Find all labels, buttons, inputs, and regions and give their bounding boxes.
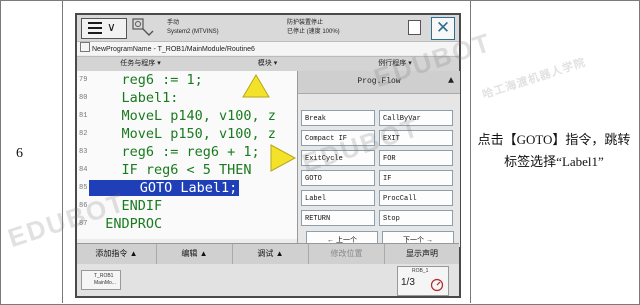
line-number: 82 <box>79 130 88 138</box>
mode-status: 手动 System2 (MTVINS) <box>167 19 219 37</box>
instr-label[interactable]: Label <box>301 190 375 206</box>
robot-icon <box>132 18 154 36</box>
document-icon[interactable] <box>408 20 421 35</box>
line-number: 83 <box>79 148 88 156</box>
collapse-arrow-icon[interactable]: ▲ <box>448 71 454 93</box>
line-number: 79 <box>79 76 88 84</box>
code-text: reg6 := 1; <box>89 72 203 88</box>
button-label: 添加指令 <box>95 249 128 258</box>
tab-label: 模块 <box>257 60 272 67</box>
system-text: System2 (MTVINS) <box>167 29 219 35</box>
scroll-right-arrow-icon[interactable] <box>269 143 297 173</box>
show-declarations-button[interactable]: 显示声明 <box>385 244 459 264</box>
line-number: 81 <box>79 112 88 120</box>
instr-stop[interactable]: Stop <box>379 210 453 226</box>
code-text: MoveL p150, v100, z <box>89 126 276 142</box>
instr-return[interactable]: RETURN <box>301 210 375 226</box>
status-bar: ∨ 手动 System2 (MTVINS) 防护装置停止 已停止 (速度 100… <box>77 15 459 42</box>
code-text: reg6 := reg6 + 1; <box>89 144 260 160</box>
task-chip[interactable]: T_ROB1 MainMo... <box>81 270 121 290</box>
debug-button[interactable]: 调试 ▲ <box>233 244 309 264</box>
guard-state-text: 防护装置停止 <box>287 20 324 26</box>
run-state-text: 已停止 (速度 100%) <box>287 29 340 35</box>
program-icon <box>80 42 90 52</box>
instr-proccall[interactable]: ProcCall <box>379 190 453 206</box>
program-path: NewProgramName - T_ROB1/MainModule/Routi… <box>92 46 255 53</box>
modify-position-button[interactable]: 修改位置 <box>309 244 385 264</box>
task-bar: T_ROB1 MainMo... ROB_1 1/3 <box>77 264 459 296</box>
step-description: 点击【GOTO】指令，跳转标签选择“Label1” <box>477 132 631 169</box>
quickset-button[interactable]: ROB_1 1/3 <box>397 266 449 296</box>
step-number: 6 <box>16 146 23 161</box>
instr-if[interactable]: IF <box>379 170 453 186</box>
mode-text: 手动 <box>167 20 180 26</box>
line-number: 80 <box>79 94 88 102</box>
instr-for[interactable]: FOR <box>379 150 453 166</box>
run-status: 防护装置停止 已停止 (速度 100%) <box>287 19 340 37</box>
table-divider <box>62 0 63 303</box>
tab-module[interactable]: 模块 ▾ <box>204 57 331 71</box>
button-label: 编辑 <box>181 249 198 258</box>
edit-button[interactable]: 编辑 ▲ <box>157 244 233 264</box>
bottom-toolbar: 添加指令 ▲ 编辑 ▲ 调试 ▲ 修改位置 显示声明 <box>77 243 459 264</box>
instr-break[interactable]: Break <box>301 110 375 126</box>
speed-gauge-icon <box>430 278 444 292</box>
code-line[interactable]: 83 reg6 := reg6 + 1; <box>77 143 297 161</box>
button-label: 调试 <box>257 249 274 258</box>
main-menu-button[interactable]: ∨ <box>81 18 127 39</box>
add-instruction-button[interactable]: 添加指令 ▲ <box>77 244 157 264</box>
code-line[interactable]: 84 IF reg6 < 5 THEN <box>77 161 297 179</box>
line-number: 85 <box>79 184 88 192</box>
chevron-down-icon: ∨ <box>107 20 116 34</box>
code-text: IF reg6 < 5 THEN <box>89 162 252 178</box>
code-line[interactable]: 82 MoveL p150, v100, z <box>77 125 297 143</box>
rob-fraction: 1/3 <box>401 277 415 288</box>
rob-label: ROB_1 <box>412 268 429 274</box>
code-line[interactable]: 81 MoveL p140, v100, z <box>77 107 297 125</box>
close-button[interactable]: ✕ <box>431 17 455 40</box>
tab-label: 任务与程序 <box>120 60 156 67</box>
line-number: 84 <box>79 166 88 174</box>
hamburger-icon <box>88 22 102 37</box>
scroll-up-arrow-icon[interactable] <box>241 73 271 99</box>
tab-tasks-programs[interactable]: 任务与程序 ▾ <box>77 57 204 71</box>
code-text: Label1: <box>89 90 179 106</box>
code-text: MoveL p140, v100, z <box>89 108 276 124</box>
